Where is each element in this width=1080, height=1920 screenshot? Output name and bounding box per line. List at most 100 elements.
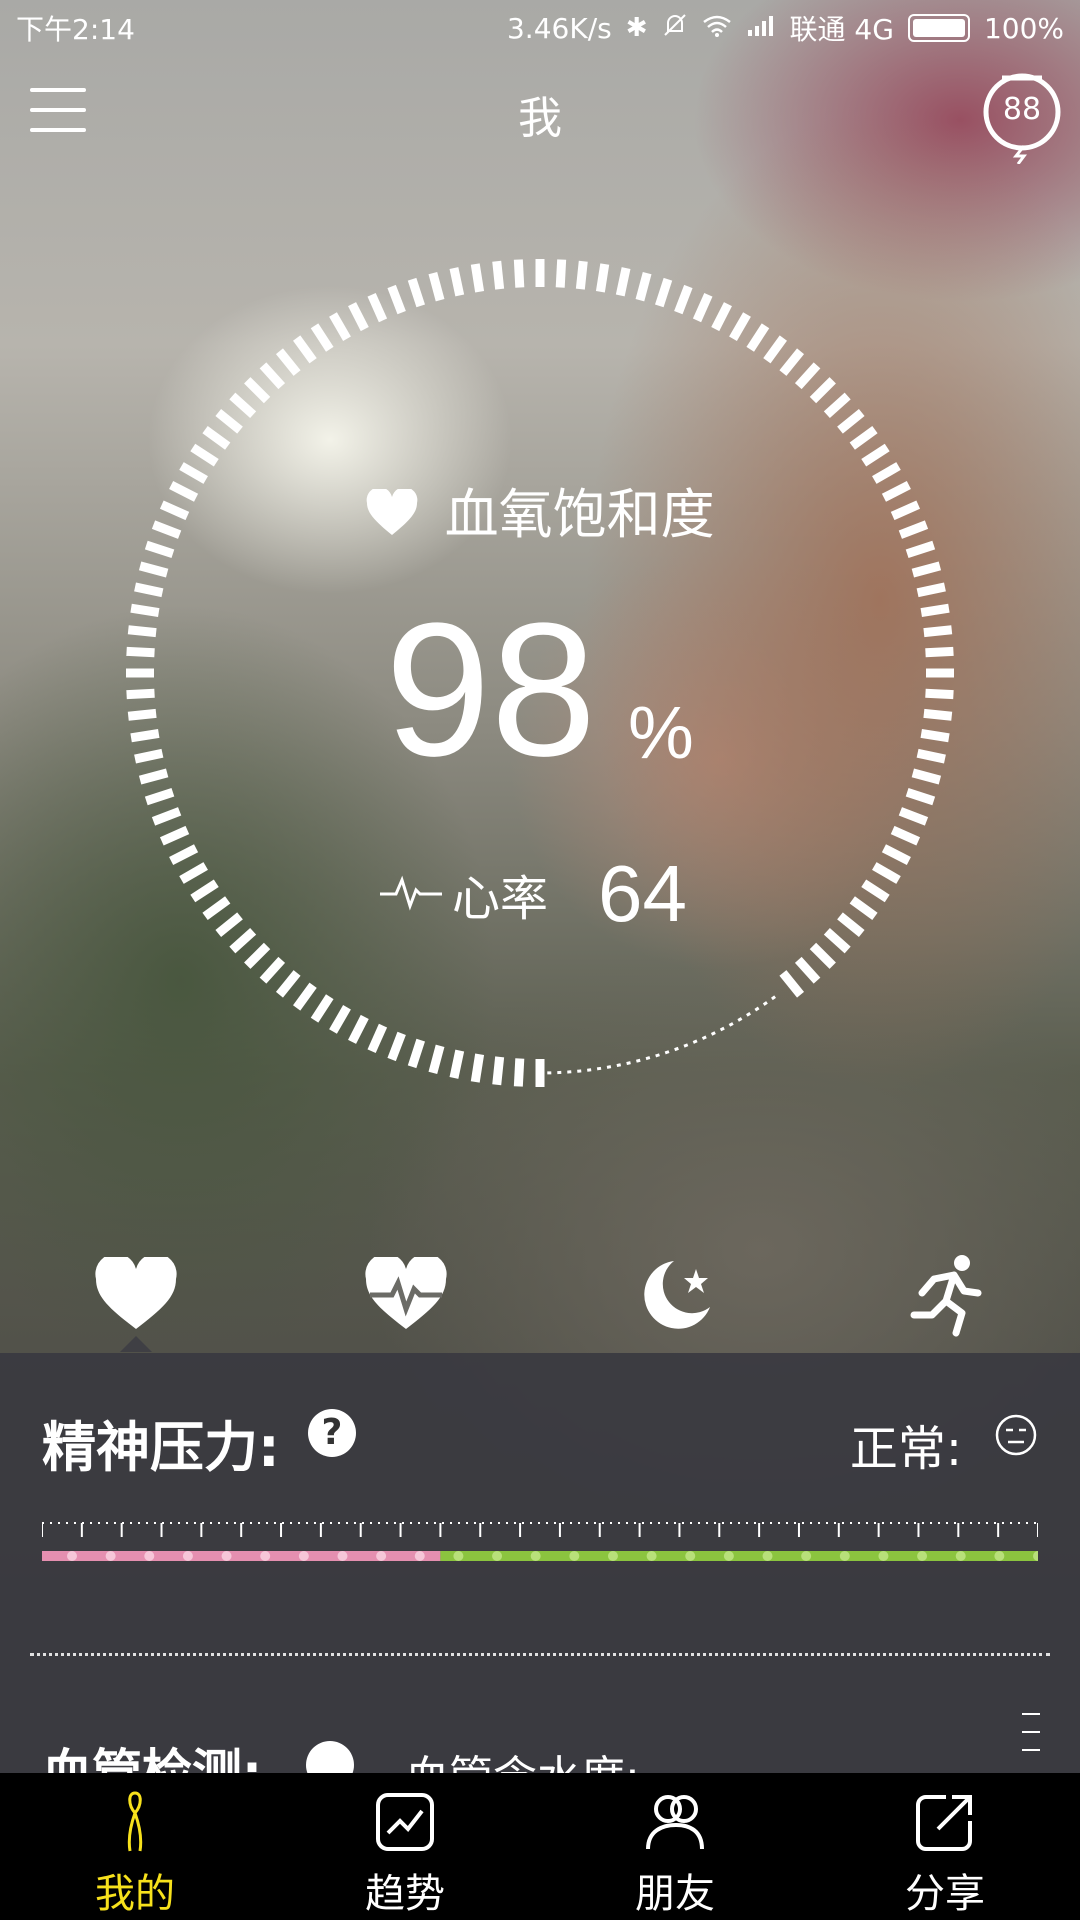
ring-tick — [329, 1005, 351, 1034]
ring-tick — [575, 260, 588, 290]
ring-tick — [920, 603, 950, 618]
help-icon[interactable]: ? — [308, 1409, 356, 1457]
ring-tick — [890, 825, 921, 846]
heart-rate-row: 心率 64 — [380, 848, 687, 940]
nav-label: 我的 — [95, 1871, 175, 1917]
stress-title: 精神压力: — [42, 1416, 280, 1479]
scale-dot — [376, 1551, 387, 1561]
running-icon[interactable] — [896, 1245, 996, 1345]
ring-tick — [190, 879, 219, 903]
ring-tick — [837, 912, 865, 938]
bottom-navigation: 我的 趋势 朋友 分享 — [0, 1773, 1080, 1920]
ring-tick — [134, 748, 164, 764]
ring-tick — [387, 284, 406, 315]
metric-unit: % — [628, 691, 694, 774]
ring-tick — [655, 277, 673, 308]
scale-dot — [414, 1551, 425, 1561]
scale-dot — [917, 1551, 928, 1561]
ring-tick — [925, 646, 954, 658]
friends-icon — [646, 1795, 704, 1850]
ring-tick — [492, 1056, 505, 1086]
nav-item-share[interactable]: 分享 — [810, 1773, 1080, 1920]
ring-tick — [259, 362, 286, 390]
ring-tick — [130, 728, 160, 743]
scale-dot — [221, 1551, 232, 1561]
ring-tick — [911, 768, 942, 785]
ring-tick — [407, 1038, 425, 1069]
ring-tick — [615, 267, 631, 297]
share-icon — [916, 1795, 972, 1851]
ring-tick — [348, 1014, 369, 1044]
ring-tick — [674, 284, 693, 315]
scale-dot — [569, 1551, 580, 1561]
ring-tick — [348, 302, 369, 332]
ring-tick — [259, 956, 286, 984]
nav-item-trend[interactable]: 趋势 — [270, 1773, 540, 1920]
ring-tick — [387, 1031, 406, 1062]
ring-tick — [202, 896, 231, 920]
stress-scale — [42, 1522, 1038, 1561]
ring-tick — [861, 443, 890, 467]
ring-tick — [823, 927, 851, 954]
ring-tick — [470, 1053, 485, 1083]
nav-item-friends[interactable]: 朋友 — [540, 1773, 810, 1920]
ring-tick — [861, 879, 890, 903]
metric-value: 98 — [385, 584, 597, 796]
ring-tick — [244, 377, 271, 404]
scale-dot — [182, 1551, 193, 1561]
pulse-icon — [380, 872, 442, 916]
metric-title-row: 血氧饱和度 — [0, 470, 1080, 550]
ring-tick — [244, 942, 271, 969]
ring-tick — [635, 271, 652, 302]
ring-tick — [711, 302, 732, 332]
scale-dot — [646, 1551, 657, 1561]
scale-dot — [67, 1551, 77, 1561]
scale-dot — [105, 1551, 116, 1561]
ring-tick — [555, 259, 567, 288]
scale-dot — [337, 1551, 348, 1561]
scale-dot — [878, 1551, 889, 1561]
ring-tick — [692, 292, 713, 323]
ring-tick — [763, 335, 787, 364]
ring-tick — [329, 312, 351, 341]
ring-tick — [144, 788, 175, 806]
divider — [30, 1653, 1050, 1656]
nav-item-mine[interactable]: 我的 — [0, 1773, 270, 1920]
ring-tick — [470, 263, 485, 293]
scroll-indicator — [1022, 1713, 1040, 1767]
ring-tick — [138, 768, 169, 785]
ring-tick — [169, 844, 199, 865]
heart-icon[interactable] — [86, 1245, 186, 1345]
ring-tick — [779, 348, 805, 376]
ring-tick — [923, 708, 953, 721]
category-tabs — [0, 1245, 1080, 1355]
scale-dot — [839, 1551, 850, 1561]
scale-dot — [994, 1551, 1005, 1561]
ring-tick — [916, 748, 946, 764]
ring-tick — [849, 426, 878, 450]
ring-tick — [729, 312, 751, 341]
scale-dot — [530, 1551, 541, 1561]
ring-tick — [881, 844, 911, 865]
ring-tick — [190, 443, 219, 467]
heart-rate-value: 64 — [598, 849, 687, 938]
ring-tick — [916, 582, 946, 598]
metric-title: 血氧饱和度 — [444, 483, 715, 546]
ring-tick — [159, 825, 190, 846]
ring-tick — [229, 392, 257, 419]
trend-icon — [376, 1793, 434, 1851]
heart-rate-label: 心率 — [452, 871, 549, 927]
nav-label: 趋势 — [365, 1871, 445, 1917]
progress-ring — [126, 259, 954, 1087]
ring-tick — [911, 561, 942, 578]
ring-tick — [513, 1058, 525, 1087]
scale-dot — [453, 1551, 464, 1561]
heartbeat-icon[interactable] — [356, 1245, 456, 1345]
ring-tick — [809, 377, 836, 404]
ring-tick — [428, 1044, 445, 1075]
ring-tick — [215, 912, 243, 938]
stress-status: 正常: — [849, 1421, 962, 1477]
ring-tick — [138, 561, 169, 578]
moon-star-icon[interactable] — [626, 1245, 726, 1345]
ring-tick — [275, 348, 301, 376]
